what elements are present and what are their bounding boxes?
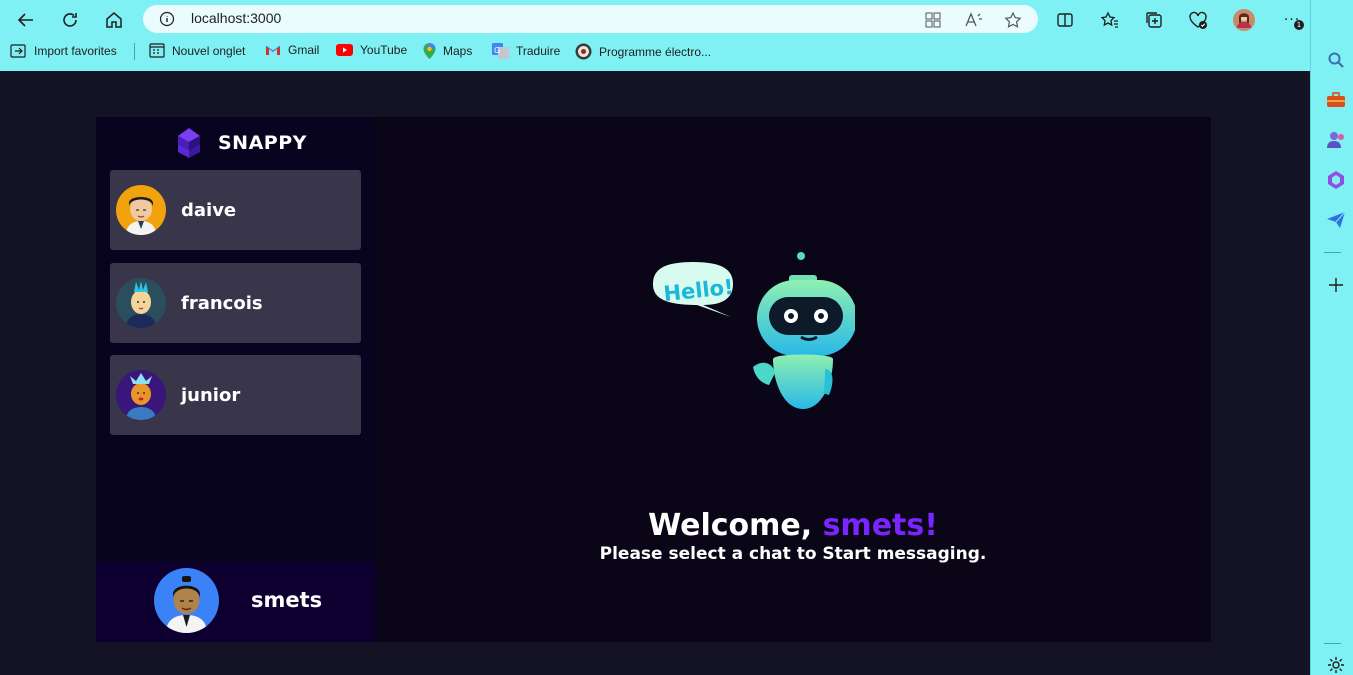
- avatar-user-icon: [154, 568, 219, 633]
- toolbox-icon: [1327, 92, 1345, 107]
- bookmark-separator: [134, 43, 135, 60]
- welcome-prefix: Welcome,: [648, 508, 823, 543]
- paper-plane-icon: [1327, 211, 1346, 228]
- bookmark-maps[interactable]: Maps: [423, 43, 472, 59]
- chat-app: SNAPPY daive francois junior smets Hello…: [0, 71, 1310, 675]
- people-sidebar-button[interactable]: [1326, 130, 1346, 150]
- bookmark-programme[interactable]: Programme électro...: [575, 43, 711, 60]
- youtube-icon: [336, 44, 353, 56]
- bookmark-label: Nouvel onglet: [172, 43, 246, 58]
- current-user-panel: smets: [96, 563, 375, 642]
- back-button[interactable]: [13, 7, 39, 33]
- maps-icon: [423, 43, 436, 59]
- import-icon: [10, 44, 26, 58]
- bookmark-label: Import favorites: [34, 43, 117, 58]
- bookmark-import-favorites[interactable]: Import favorites: [10, 43, 117, 58]
- split-screen-icon: [1057, 13, 1073, 27]
- bookmark-nouvel-onglet[interactable]: Nouvel onglet: [149, 43, 245, 58]
- bookmark-label: Programme électro...: [599, 44, 712, 59]
- translate-icon: G: [492, 43, 509, 59]
- chat-container: SNAPPY daive francois junior smets Hello…: [96, 117, 1211, 642]
- settings-more-button[interactable]: ··· 1: [1279, 7, 1305, 33]
- robot-hello-illustration: Hello!: [653, 252, 855, 409]
- reload-icon: [63, 13, 77, 27]
- search-sidebar-button[interactable]: [1326, 50, 1346, 70]
- office-icon: [1328, 171, 1344, 189]
- new-tab-icon: [149, 43, 165, 58]
- gear-icon: [1328, 657, 1344, 673]
- favorites-button[interactable]: [1097, 7, 1123, 33]
- address-bar[interactable]: localhost:3000: [143, 5, 1038, 33]
- welcome-heading: Welcome, smets!: [375, 508, 1211, 543]
- reload-button[interactable]: [57, 7, 83, 33]
- avatar-man-icon: [116, 185, 166, 235]
- url-text[interactable]: localhost:3000: [191, 10, 281, 26]
- bookmark-youtube[interactable]: YouTube: [336, 43, 407, 57]
- bookmark-label: Gmail: [288, 43, 320, 57]
- avatar-punk-icon: [116, 278, 166, 328]
- avatar-woman-icon: [116, 370, 166, 420]
- contact-name: francois: [181, 292, 263, 314]
- contact-item-francois[interactable]: francois: [110, 263, 361, 343]
- welcome-panel: Hello! Welcome, smets! Please select a c…: [375, 117, 1211, 642]
- favorites-icon: [1100, 11, 1118, 28]
- brand: SNAPPY: [174, 127, 307, 159]
- collections-button[interactable]: [1141, 7, 1167, 33]
- favorite-star-icon[interactable]: [1004, 11, 1022, 29]
- send-sidebar-button[interactable]: [1326, 210, 1346, 230]
- seal-icon: [575, 43, 592, 60]
- office-sidebar-button[interactable]: [1326, 170, 1346, 190]
- people-icon: [1327, 132, 1344, 148]
- contact-avatar: [116, 370, 166, 420]
- bookmarks-bar: Import favorites Nouvel onglet Gmail You…: [0, 40, 1310, 64]
- bookmark-label: Maps: [443, 44, 473, 58]
- profile-avatar-icon: [1233, 9, 1255, 31]
- bookmark-traduire[interactable]: G Traduire: [492, 43, 560, 59]
- collections-icon: [1146, 12, 1162, 28]
- contact-item-junior[interactable]: junior: [110, 355, 361, 435]
- home-button[interactable]: [101, 7, 127, 33]
- plus-icon: [1329, 278, 1343, 292]
- contact-name: daive: [181, 199, 237, 221]
- bookmark-label: Traduire: [516, 44, 561, 58]
- contacts-sidebar: SNAPPY daive francois junior smets: [96, 117, 375, 642]
- contact-name: junior: [181, 384, 241, 406]
- split-screen-button[interactable]: [1052, 7, 1078, 33]
- profile-button[interactable]: [1231, 7, 1257, 33]
- add-sidebar-button[interactable]: [1326, 275, 1346, 295]
- info-icon[interactable]: [159, 11, 175, 27]
- snappy-logo-icon: [178, 128, 200, 158]
- sidebar-settings-button[interactable]: [1326, 655, 1346, 675]
- contact-avatar: [116, 185, 166, 235]
- search-icon: [1328, 52, 1344, 68]
- notification-badge: 1: [1294, 20, 1304, 30]
- gmail-icon: [265, 45, 281, 55]
- home-icon: [106, 12, 122, 28]
- svg-text:G: G: [494, 46, 500, 55]
- bookmark-label: YouTube: [360, 43, 408, 57]
- current-user-avatar[interactable]: [154, 568, 219, 633]
- heart-pulse-icon: [1189, 11, 1207, 29]
- brand-name: SNAPPY: [218, 132, 307, 154]
- tools-sidebar-button[interactable]: [1326, 90, 1346, 110]
- contact-item-daive[interactable]: daive: [110, 170, 361, 250]
- current-user-name: smets: [251, 588, 323, 612]
- read-aloud-icon[interactable]: [964, 11, 984, 29]
- browser-toolbar: localhost:3000 ··· 1 Import favorites No…: [0, 0, 1353, 71]
- back-arrow-icon: [17, 13, 33, 27]
- bookmark-gmail[interactable]: Gmail: [265, 43, 319, 57]
- welcome-subtitle: Please select a chat to Start messaging.: [599, 544, 987, 564]
- performance-button[interactable]: [1185, 7, 1211, 33]
- welcome-username: smets!: [822, 508, 938, 543]
- apps-icon[interactable]: [924, 11, 942, 29]
- contact-avatar: [116, 278, 166, 328]
